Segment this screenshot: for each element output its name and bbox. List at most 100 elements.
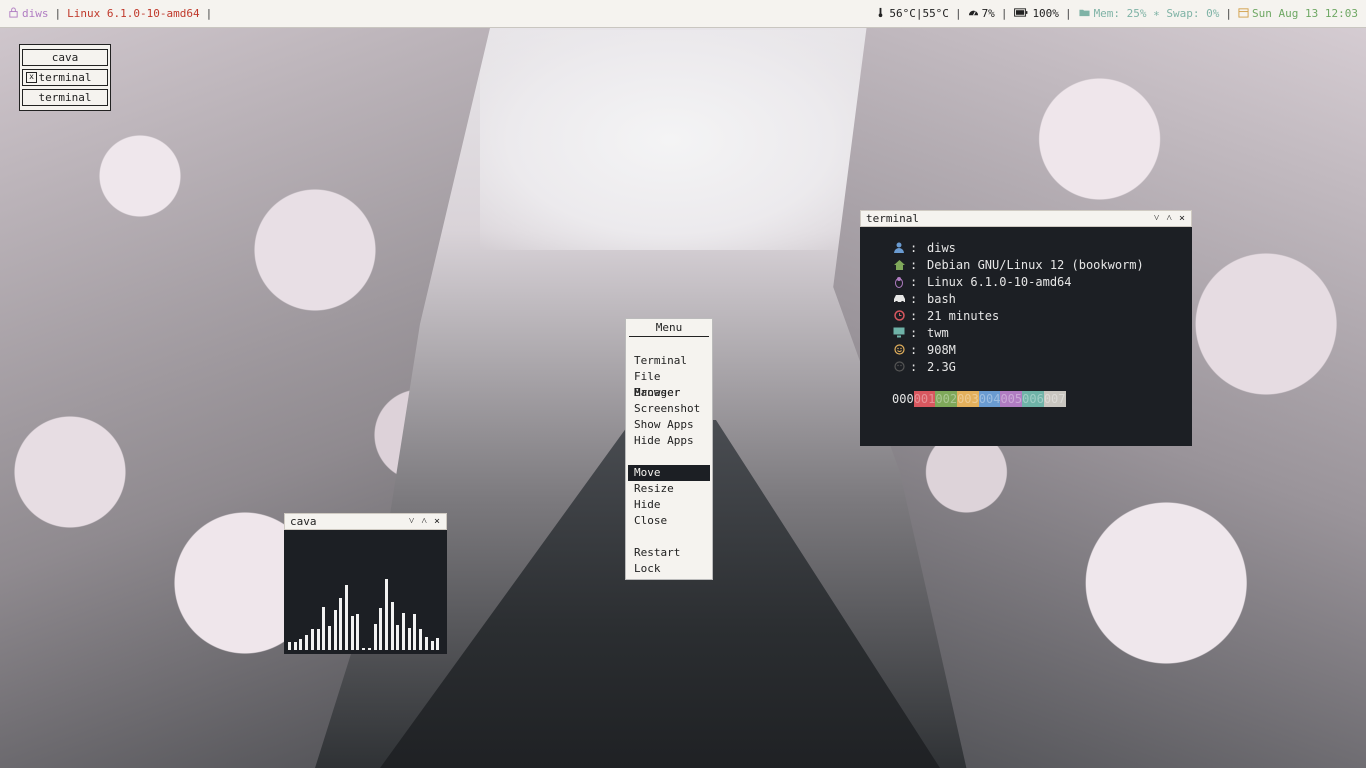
window-list-label: terminal [38,91,92,104]
visualizer-bar [436,637,440,650]
visualizer-bar [402,612,405,650]
menu-item-resize[interactable]: Resize [628,481,710,497]
maximize-button[interactable]: ˄ [421,516,427,527]
window-list-label: terminal [38,71,92,84]
window-list-item-terminal[interactable]: x terminal [22,69,108,86]
menu-item-screenshot[interactable]: Screenshot [628,401,710,417]
visualizer-bar [316,629,320,650]
menu-item-close[interactable]: Close [628,513,710,529]
fetch-value: Linux 6.1.0-10-amd64 [927,274,1072,289]
menu-item-hide-apps[interactable]: Hide Apps [628,433,710,449]
color-block-4: 004 [978,391,1001,407]
user-icon [892,242,906,253]
clock-indicator: Sun Aug 13 12:03 [1238,7,1358,20]
color-block-6: 006 [1022,391,1044,407]
close-button[interactable]: × [434,516,440,527]
menu-item-terminal[interactable]: Terminal [628,353,710,369]
visualizer-bar [373,623,377,650]
history-icon [892,310,906,321]
fetch-colon: : [910,325,918,340]
color-block-0: 000 [892,392,914,406]
terminal-content[interactable]: : diws : Debian GNU/Linux 12 (bookworm) … [860,227,1192,446]
temperature-indicator: 56°C|55°C [875,7,949,20]
window-list-label: cava [51,51,79,64]
visualizer-bar [327,625,331,650]
visualizer-bar [345,585,348,650]
car-icon [892,294,906,304]
fetch-colon: : [910,291,918,306]
color-block-3: 003 [957,391,979,407]
user-name: diws [22,7,49,20]
memory-indicator: Mem: 25% ∗ Swap: 0% [1078,7,1220,20]
visualizer-bar [333,610,337,650]
visualizer-bar [384,578,388,650]
visualizer-bar [350,615,354,650]
visualizer-bar [299,639,303,650]
visualizer-bar [362,647,366,650]
visualizer-bar [390,601,394,650]
monitor-icon [892,327,906,338]
window-title: cava [290,515,317,528]
cava-window[interactable]: cava ˅ ˄ × [284,513,447,654]
terminal-window[interactable]: terminal ˅ ˄ × : diws : Debian GNU/Linux… [860,210,1192,446]
smile-icon [892,344,906,355]
fetch-value: diws [927,240,956,255]
fetch-row-uptime: : 21 minutes [892,307,1192,324]
maximize-button[interactable]: ˄ [1166,213,1172,224]
fetch-colon: : [910,342,918,357]
menu-item-browser[interactable]: Browser [628,385,710,401]
calendar-icon [1238,7,1249,18]
clock-value: Sun Aug 13 12:03 [1252,7,1358,20]
thermometer-icon [875,7,886,18]
menu-item-lock[interactable]: Lock [628,561,710,577]
visualizer-bar [396,624,400,650]
fetch-colon: : [910,240,918,255]
visualizer-bar [419,629,423,650]
color-palette: 000 001 002 003 004 005 006 007 [892,391,1192,407]
fetch-row-mem-total: : 2.3G [892,358,1192,375]
fetch-value: 908M [927,342,956,357]
window-list-item-terminal-2[interactable]: terminal [22,89,108,106]
battery-value: 100% [1032,7,1059,20]
color-block-2: 002 [935,391,958,407]
close-box-icon[interactable]: x [26,72,37,83]
battery-indicator: 100% [1013,7,1059,20]
linux-icon [892,276,906,288]
menu-item-file-manager[interactable]: File Manager [628,369,710,399]
audio-visualizer [284,530,447,654]
menu-item-move[interactable]: Move [628,465,710,481]
color-block-1: 001 [913,391,936,407]
fetch-colon: : [910,274,918,289]
visualizer-bar [339,598,343,650]
fetch-row-wm: : twm [892,324,1192,341]
fetch-value: 21 minutes [927,308,1000,323]
separator: | [54,7,62,20]
folder-open-icon [1078,7,1091,18]
memory-value: Mem: 25% ∗ Swap: 0% [1093,7,1220,20]
menu-item-hide[interactable]: Hide [628,497,710,513]
face-icon [892,361,906,372]
fetch-row-shell: : bash [892,290,1192,307]
fetch-colon: : [910,257,918,272]
window-list-item-cava[interactable]: cava [22,49,108,66]
terminal-titlebar[interactable]: terminal ˅ ˄ × [860,210,1192,227]
home-icon [892,259,906,270]
cava-titlebar[interactable]: cava ˅ ˄ × [284,513,447,530]
visualizer-bar [356,613,360,650]
minimize-button[interactable]: ˅ [409,516,415,527]
gauge-icon [968,7,979,18]
fetch-value: Debian GNU/Linux 12 (bookworm) [927,257,1144,272]
window-list: cava x terminal terminal [19,44,111,111]
close-button[interactable]: × [1179,213,1185,224]
menu-item-show-apps[interactable]: Show Apps [628,417,710,433]
visualizer-bar [413,613,417,650]
fetch-value: bash [927,291,956,306]
minimize-button[interactable]: ˅ [1154,213,1160,224]
window-title: terminal [866,212,919,225]
visualizer-bar [310,629,314,650]
menu-item-restart[interactable]: Restart [628,545,710,561]
fetch-value: 2.3G [927,359,956,374]
visualizer-bar [379,608,383,650]
fetch-row-kernel: : Linux 6.1.0-10-amd64 [892,273,1192,290]
root-menu: Menu Terminal File Manager Browser Scree… [625,318,713,580]
